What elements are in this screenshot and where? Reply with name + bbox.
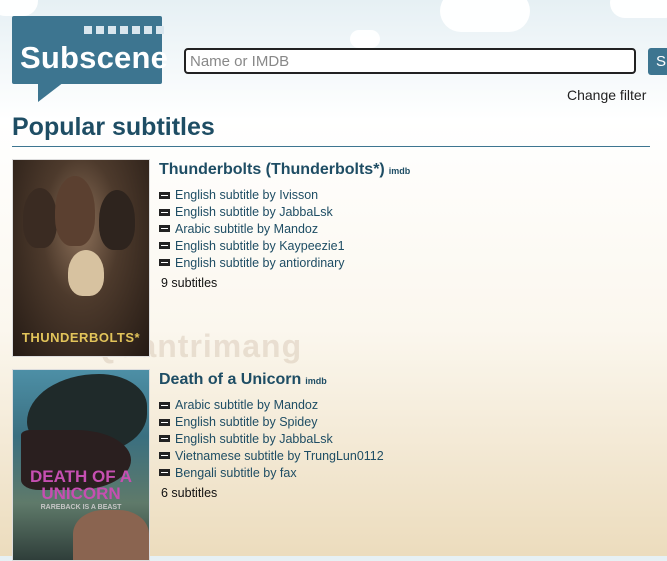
change-filter-link[interactable]: Change filter	[567, 87, 646, 103]
logo-text: Subscene	[20, 40, 169, 75]
list-item: English subtitle by antiordinary	[159, 254, 345, 271]
list-item: Vietnamese subtitle by TrungLun0112	[159, 447, 384, 464]
poster-figure	[55, 176, 95, 246]
poster-title-text: DEATH OF A UNICORN	[30, 467, 132, 503]
movie-title-link[interactable]: Thunderbolts (Thunderbolts*)	[159, 161, 385, 178]
list-item: English subtitle by Ivisson	[159, 187, 345, 204]
subtitle-link[interactable]: Arabic subtitle by Mandoz	[175, 398, 318, 412]
subtitle-icon	[159, 225, 170, 233]
subtitle-icon	[159, 401, 170, 409]
cloud-decoration	[610, 0, 667, 18]
subtitle-icon	[159, 452, 170, 460]
poster-title-text: THUNDERBOLTS*	[21, 330, 141, 345]
subtitle-icon	[159, 242, 170, 250]
subtitle-link[interactable]: English subtitle by JabbaLsk	[175, 205, 333, 219]
list-item: English subtitle by JabbaLsk	[159, 431, 384, 448]
search-button[interactable]: S	[648, 48, 667, 75]
subtitle-link[interactable]: Arabic subtitle by Mandoz	[175, 222, 318, 236]
page-title: Popular subtitles	[12, 113, 215, 141]
subtitle-icon	[159, 191, 170, 199]
subtitle-list: Arabic subtitle by Mandoz English subtit…	[159, 397, 384, 481]
movie-poster[interactable]: DEATH OF A UNICORN RAREBACK IS A BEAST	[12, 369, 150, 561]
movie-title-link[interactable]: Death of a Unicorn	[159, 371, 301, 388]
list-item: English subtitle by Kaypeezie1	[159, 237, 345, 254]
cloud-decoration	[440, 0, 530, 32]
cloud-decoration	[350, 30, 380, 48]
subtitle-count: 9 subtitles	[161, 276, 218, 290]
list-item: English subtitle by JabbaLsk	[159, 204, 345, 221]
poster-figure	[23, 188, 57, 248]
subtitle-icon	[159, 259, 170, 267]
imdb-link[interactable]: imdb	[389, 166, 411, 176]
list-item: Arabic subtitle by Mandoz	[159, 221, 345, 238]
subtitle-icon	[159, 469, 170, 477]
logo-speech-tail	[38, 82, 64, 102]
list-item: Bengali subtitle by fax	[159, 464, 384, 481]
cloud-decoration	[0, 0, 38, 16]
subtitle-link[interactable]: English subtitle by JabbaLsk	[175, 432, 333, 446]
imdb-link[interactable]: imdb	[305, 376, 327, 386]
film-strip-icon	[84, 26, 164, 34]
subtitle-link[interactable]: Bengali subtitle by fax	[175, 466, 297, 480]
subtitle-link[interactable]: English subtitle by Kaypeezie1	[175, 239, 345, 253]
subtitle-list: English subtitle by Ivisson English subt…	[159, 187, 345, 271]
subtitle-icon	[159, 208, 170, 216]
search-input[interactable]	[184, 48, 636, 74]
subtitle-link[interactable]: English subtitle by Spidey	[175, 415, 317, 429]
site-logo[interactable]: Subscene	[12, 16, 168, 84]
list-item: English subtitle by Spidey	[159, 414, 384, 431]
movie-title: Thunderbolts (Thunderbolts*) imdb	[159, 161, 410, 179]
movie-poster[interactable]: THUNDERBOLTS*	[12, 159, 150, 357]
subtitle-icon	[159, 435, 170, 443]
subtitle-icon	[159, 418, 170, 426]
poster-figure	[99, 190, 135, 250]
subtitle-link[interactable]: English subtitle by Ivisson	[175, 188, 318, 202]
poster-figure	[68, 250, 104, 296]
subtitle-link[interactable]: Vietnamese subtitle by TrungLun0112	[175, 449, 384, 463]
title-divider	[12, 146, 650, 147]
movie-title: Death of a Unicorn imdb	[159, 371, 327, 389]
subtitle-count: 6 subtitles	[161, 486, 218, 500]
list-item: Arabic subtitle by Mandoz	[159, 397, 384, 414]
poster-figure	[73, 510, 149, 560]
subtitle-link[interactable]: English subtitle by antiordinary	[175, 256, 345, 270]
poster-tagline: RAREBACK IS A BEAST	[40, 504, 122, 511]
